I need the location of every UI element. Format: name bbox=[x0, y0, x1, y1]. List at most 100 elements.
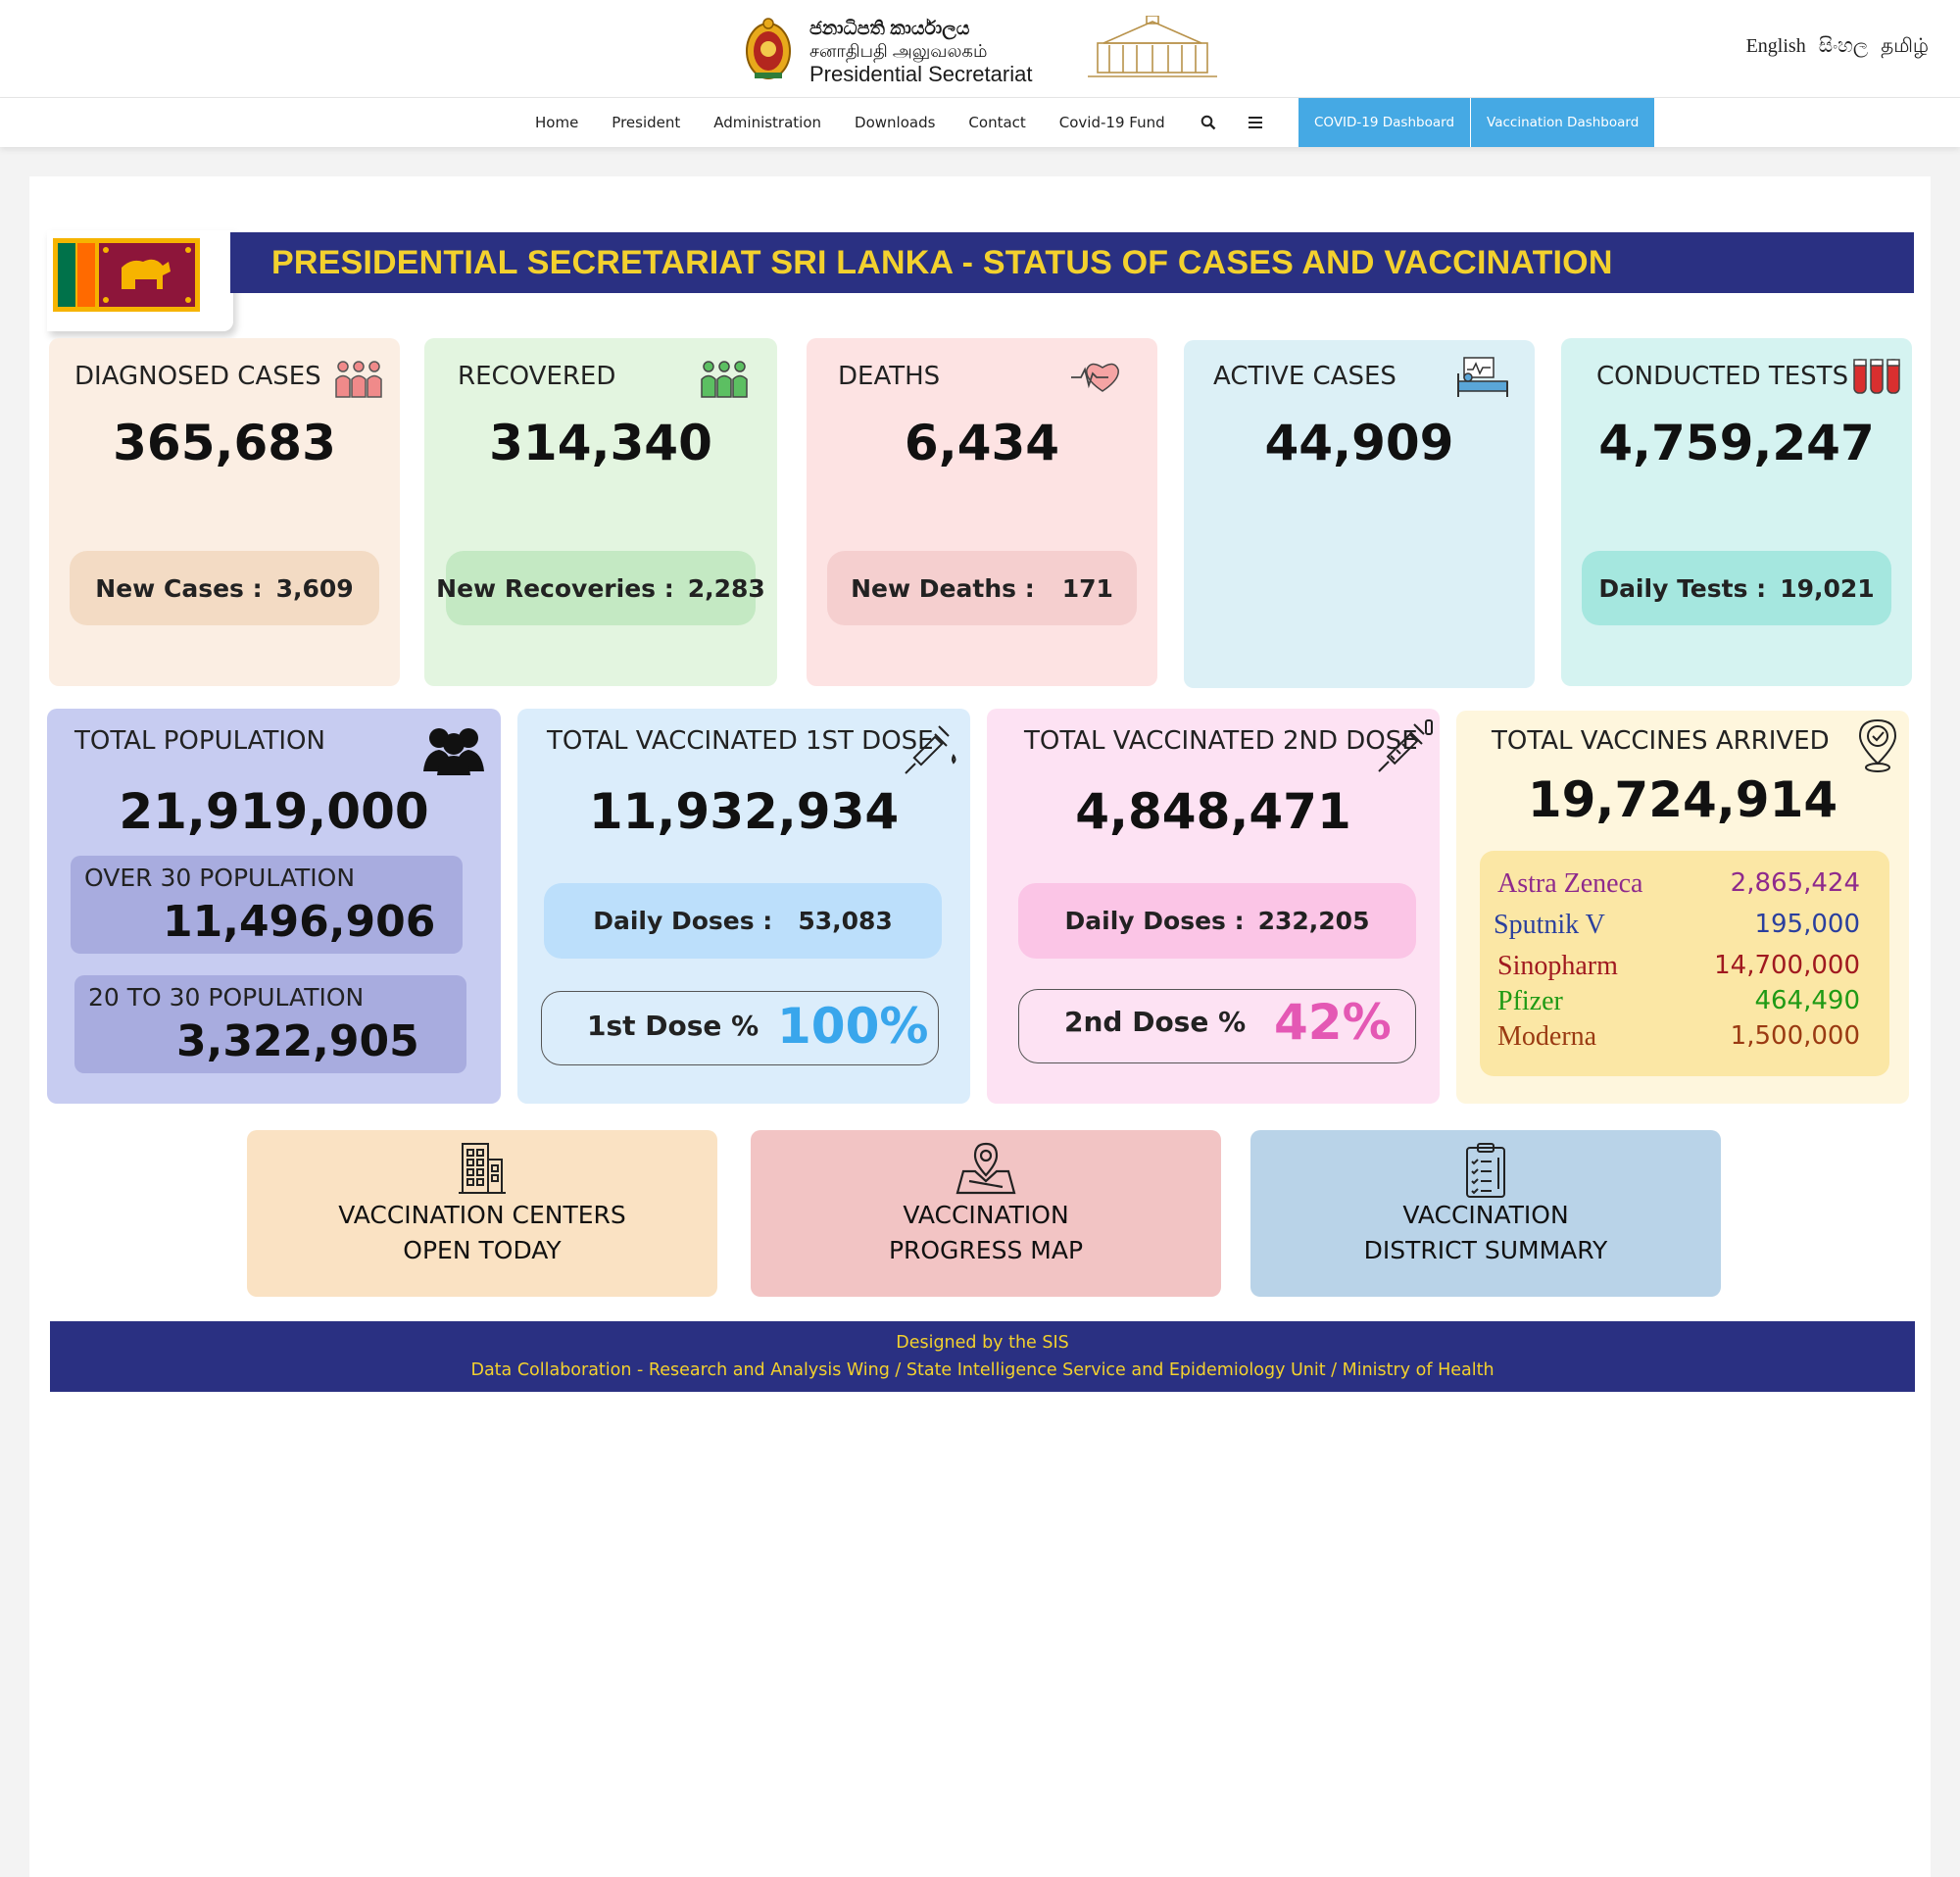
flag-box bbox=[47, 230, 233, 331]
card-value: 6,434 bbox=[904, 415, 1060, 471]
nav-home[interactable]: Home bbox=[535, 114, 578, 131]
card-value: 44,909 bbox=[1264, 415, 1454, 471]
search-icon[interactable] bbox=[1199, 113, 1218, 132]
footer-credits: Data Collaboration - Research and Analys… bbox=[470, 1360, 1494, 1380]
first-dose-percent-value: 100% bbox=[777, 998, 929, 1055]
main-navbar: Home President Administration Downloads … bbox=[0, 98, 1960, 147]
map-pin-icon bbox=[956, 1142, 1016, 1195]
pill-value: 2,283 bbox=[687, 573, 765, 603]
pill-label: Daily Tests : bbox=[1598, 573, 1767, 603]
vaccine-syringe-icon bbox=[1378, 719, 1433, 772]
new-cases-pill: New Cases : 3,609 bbox=[70, 551, 379, 625]
pill-value: 171 bbox=[1061, 573, 1113, 603]
first-dose-percent-box: 1st Dose % 100% bbox=[541, 991, 939, 1065]
brand-logo[interactable]: ජනාධිපති කාර්යාලය சனாதிபதி அலுவலகம் Pres… bbox=[745, 14, 1217, 88]
banner-title-bar: PRESIDENTIAL SECRETARIAT SRI LANKA - STA… bbox=[230, 232, 1914, 293]
card-title: DEATHS bbox=[838, 362, 941, 391]
daily-doses-pill: Daily Doses : 53,083 bbox=[544, 883, 942, 959]
link-line1: VACCINATION CENTERS bbox=[338, 1201, 626, 1229]
vaccine-qty: 14,700,000 bbox=[1714, 951, 1860, 980]
active-cases-card: ACTIVE CASES 44,909 bbox=[1184, 340, 1535, 688]
vaccination-dashboard-button[interactable]: Vaccination Dashboard bbox=[1470, 98, 1655, 147]
lang-english[interactable]: English bbox=[1746, 35, 1806, 57]
pill-label: Daily Doses : bbox=[593, 907, 773, 935]
card-value: 4,848,471 bbox=[1075, 783, 1351, 840]
vaccine-name: Sputnik V bbox=[1494, 910, 1605, 940]
card-value: 4,759,247 bbox=[1598, 415, 1875, 471]
card-title: CONDUCTED TESTS bbox=[1596, 362, 1849, 391]
card-value: 19,724,914 bbox=[1527, 771, 1838, 828]
vaccination-progress-map-button[interactable]: VACCINATION PROGRESS MAP bbox=[751, 1130, 1221, 1297]
lang-sinhala[interactable]: සිංහල bbox=[1819, 35, 1868, 57]
vaccination-centers-button[interactable]: VACCINATION CENTERS OPEN TODAY bbox=[247, 1130, 717, 1297]
nav-contact[interactable]: Contact bbox=[968, 114, 1025, 131]
sub-value: 3,322,905 bbox=[176, 1016, 419, 1066]
vaccine-name: Sinopharm bbox=[1497, 951, 1618, 981]
vaccine-qty: 195,000 bbox=[1754, 910, 1860, 939]
vaccine-qty: 464,490 bbox=[1754, 986, 1860, 1015]
covid-dashboard-button[interactable]: COVID-19 Dashboard bbox=[1298, 98, 1471, 147]
card-title: TOTAL VACCINATED 2ND DOSE bbox=[1024, 726, 1418, 756]
vaccination-district-summary-button[interactable]: VACCINATION DISTRICT SUMMARY bbox=[1250, 1130, 1721, 1297]
footer-designed-by: Designed by the SIS bbox=[896, 1333, 1069, 1353]
pct-label: 1st Dose % bbox=[587, 1010, 760, 1042]
second-dose-percent-box: 2nd Dose % 42% bbox=[1018, 989, 1416, 1063]
heartbeat-icon bbox=[1071, 363, 1119, 392]
language-switcher: English සිංහල தமிழ் bbox=[1739, 35, 1929, 60]
pill-value: 232,205 bbox=[1257, 907, 1370, 935]
20-to-30-population-box: 20 TO 30 POPULATION 3,322,905 bbox=[74, 975, 466, 1073]
people-group-icon bbox=[335, 361, 382, 398]
secretariat-building-icon bbox=[1088, 16, 1217, 77]
second-dose-percent-value: 42% bbox=[1274, 994, 1392, 1051]
daily-tests-pill: Daily Tests : 19,021 bbox=[1582, 551, 1891, 625]
card-value: 11,932,934 bbox=[588, 783, 900, 840]
pill-label: Daily Doses : bbox=[1064, 907, 1245, 935]
lang-tamil[interactable]: தமிழ் bbox=[1881, 35, 1929, 57]
new-deaths-pill: New Deaths : 171 bbox=[827, 551, 1137, 625]
vaccine-breakdown-list: Astra Zeneca 2,865,424 Sputnik V 195,000… bbox=[1480, 851, 1889, 1076]
vaccine-name: Pfizer bbox=[1497, 986, 1563, 1016]
sub-value: 11,496,906 bbox=[163, 897, 436, 947]
card-title: TOTAL VACCINES ARRIVED bbox=[1492, 726, 1830, 756]
card-title: ACTIVE CASES bbox=[1213, 362, 1396, 391]
nav-administration[interactable]: Administration bbox=[713, 114, 821, 131]
vaccine-qty: 1,500,000 bbox=[1730, 1021, 1860, 1051]
population-people-icon bbox=[423, 728, 484, 775]
building-icon bbox=[459, 1143, 506, 1194]
test-tubes-icon bbox=[1853, 359, 1900, 394]
dashboard-buttons: COVID-19 Dashboard Vaccination Dashboard bbox=[1298, 98, 1655, 147]
card-title: DIAGNOSED CASES bbox=[74, 362, 321, 391]
nav-items: Home President Administration Downloads … bbox=[535, 98, 1293, 147]
brand-sinhala: ජනාධිපති කාර්යාලය bbox=[809, 19, 970, 39]
vaccine-qty: 2,865,424 bbox=[1730, 868, 1860, 898]
daily-doses-pill: Daily Doses : 232,205 bbox=[1018, 883, 1416, 959]
recovered-card: RECOVERED 314,340 New Recoveries : 2,283 bbox=[424, 338, 777, 686]
nav-covid-fund[interactable]: Covid-19 Fund bbox=[1059, 114, 1165, 131]
second-dose-card: TOTAL VACCINATED 2ND DOSE 4,848,471 Dail… bbox=[987, 709, 1440, 1104]
new-recoveries-pill: New Recoveries : 2,283 bbox=[436, 551, 765, 625]
sri-lanka-flag-icon bbox=[53, 238, 200, 312]
recovered-people-icon bbox=[701, 361, 748, 398]
nav-downloads[interactable]: Downloads bbox=[855, 114, 935, 131]
page-title: PRESIDENTIAL SECRETARIAT SRI LANKA - STA… bbox=[271, 244, 1613, 281]
total-population-card: TOTAL POPULATION 21,919,000 OVER 30 POPU… bbox=[47, 709, 501, 1104]
card-value: 21,919,000 bbox=[119, 783, 429, 840]
sri-lanka-emblem-icon bbox=[746, 18, 791, 79]
conducted-tests-card: CONDUCTED TESTS 4,759,247 Daily Tests : … bbox=[1561, 338, 1912, 686]
pill-value: 19,021 bbox=[1780, 573, 1875, 603]
card-value: 314,340 bbox=[489, 415, 712, 471]
card-value: 365,683 bbox=[113, 415, 336, 471]
syringe-icon bbox=[905, 725, 956, 774]
hospital-bed-icon bbox=[1457, 357, 1508, 397]
card-title: TOTAL POPULATION bbox=[74, 726, 325, 756]
link-line2: OPEN TODAY bbox=[403, 1236, 562, 1264]
sub-title: OVER 30 POPULATION bbox=[84, 864, 356, 892]
pill-value: 53,083 bbox=[798, 907, 893, 935]
menu-icon[interactable] bbox=[1246, 113, 1265, 132]
nav-president[interactable]: President bbox=[612, 114, 680, 131]
pill-label: New Recoveries : bbox=[436, 573, 674, 603]
card-title: RECOVERED bbox=[458, 362, 616, 391]
diagnosed-cases-card: DIAGNOSED CASES 365,683 New Cases : 3,60… bbox=[49, 338, 400, 686]
link-line1: VACCINATION bbox=[903, 1201, 1069, 1229]
pill-label: New Cases : bbox=[95, 573, 263, 603]
